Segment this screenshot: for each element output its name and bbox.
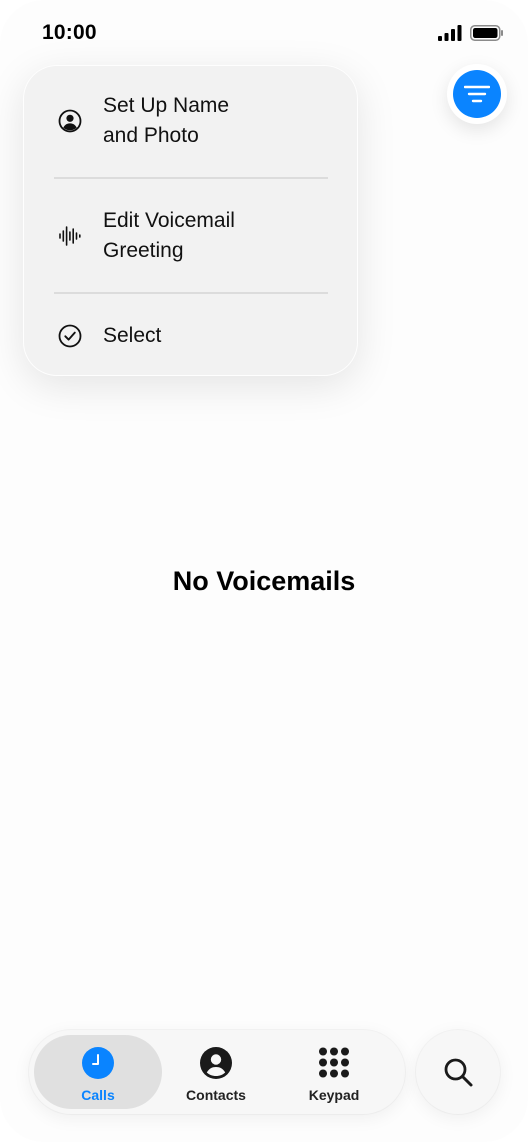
status-bar: 10:00 [0,0,528,66]
magnifying-glass-icon [444,1058,473,1087]
keypad-grid-icon [319,1047,349,1078]
search-button[interactable] [416,1030,500,1114]
person-circle-icon [57,108,83,134]
person-circle-fill-icon [200,1047,232,1079]
menu-divider [54,177,328,179]
cellular-signal-icon [438,25,462,41]
status-time: 10:00 [42,21,97,44]
waveform-icon [57,223,83,249]
tab-bar: Calls Contacts Keypad [29,1030,405,1114]
tab-keypad[interactable]: Keypad [270,1035,398,1109]
empty-state-title: No Voicemails [172,566,356,596]
filter-button-inner [453,70,501,118]
menu-item-label: Set Up Name and Photo [103,94,230,147]
clock-icon [82,1047,114,1079]
tab-contacts[interactable]: Contacts [152,1035,280,1109]
menu-divider [54,292,328,294]
tab-label: Calls [81,1087,115,1103]
filter-lines-icon [464,85,490,103]
checkmark-circle-icon [57,323,83,349]
filter-button[interactable] [447,64,507,124]
menu-item-select[interactable]: Select [23,321,358,351]
battery-icon [470,25,503,41]
menu-item-label: Select [103,324,162,347]
options-menu: Set Up Name and Photo Edit Voicemail Gre… [23,65,358,376]
phone-screen: 10:00 Set Up Name and Photo Edit Voicema… [0,0,528,1142]
tab-label: Contacts [186,1087,246,1103]
tab-calls[interactable]: Calls [34,1035,162,1109]
tab-label: Keypad [308,1087,360,1103]
menu-item-set-up-name-and-photo[interactable]: Set Up Name and Photo [23,91,358,151]
menu-item-label: Edit Voicemail Greeting [103,209,235,262]
menu-item-edit-voicemail-greeting[interactable]: Edit Voicemail Greeting [23,206,358,266]
